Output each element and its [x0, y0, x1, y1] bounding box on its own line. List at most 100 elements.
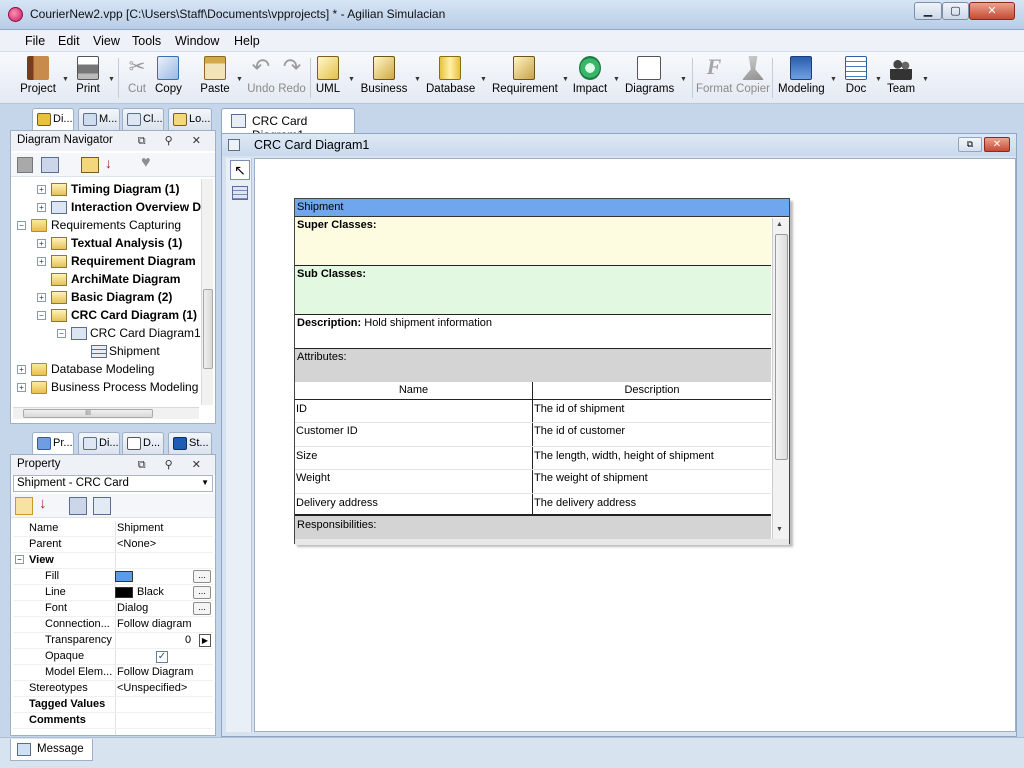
fill-color-swatch[interactable] — [115, 571, 133, 582]
requirement-button[interactable]: Requirement ▼ — [492, 56, 569, 95]
property-row[interactable]: Font Dialog ... — [13, 601, 213, 617]
collapse-icon[interactable]: − — [15, 555, 24, 564]
tab-model-explorer[interactable]: M... — [78, 108, 120, 130]
uml-button[interactable]: UML ▼ — [315, 56, 355, 95]
tab-crc-card-diagram1[interactable]: CRC Card Diagram1 — [221, 108, 355, 142]
menu-window[interactable]: Window — [175, 34, 219, 48]
transparency-slider-toggle[interactable]: ▶ — [199, 634, 211, 647]
print-button[interactable]: Print ▼ — [74, 56, 115, 95]
expand-icon[interactable]: + — [37, 293, 46, 302]
menu-help[interactable]: Help — [234, 34, 260, 48]
team-dropdown-arrow[interactable]: ▼ — [922, 76, 929, 83]
diagram-canvas[interactable]: Shipment Super Classes: Sub Classes: Des… — [254, 158, 1016, 732]
property-row[interactable]: Opaque ✓ — [13, 649, 213, 665]
expand-icon[interactable]: + — [37, 185, 46, 194]
expand-icon[interactable]: + — [37, 203, 46, 212]
minimize-button[interactable]: ▁ — [914, 2, 942, 20]
collapse-icon[interactable]: − — [17, 221, 26, 230]
team-button[interactable]: Team ▼ — [886, 56, 929, 95]
print-dropdown-arrow[interactable]: ▼ — [108, 76, 115, 83]
collapse-icon[interactable]: − — [37, 311, 46, 320]
filter-icon[interactable]: ♥ — [141, 154, 151, 172]
categorized-view-icon[interactable] — [15, 497, 33, 515]
impact-button[interactable]: Impact ▼ — [572, 56, 620, 95]
property-row[interactable]: Transparency 0 ▶ — [13, 633, 213, 649]
expand-all-icon[interactable] — [69, 497, 87, 515]
table-row[interactable]: Delivery address The delivery address — [295, 495, 771, 516]
scrollbar-thumb[interactable] — [203, 289, 213, 369]
expand-icon[interactable]: + — [37, 257, 46, 266]
panel-window-buttons[interactable]: ⧉ ⚲ ✕ — [138, 134, 209, 148]
property-row[interactable]: Model Elem... Follow Diagram — [13, 665, 213, 681]
tab-diagram-navigator[interactable]: Di... — [32, 108, 74, 130]
property-row[interactable]: Fill ... — [13, 569, 213, 585]
collapse-icon[interactable]: − — [57, 329, 66, 338]
maximize-button[interactable]: ▢ — [942, 2, 969, 20]
menu-edit[interactable]: Edit — [58, 34, 80, 48]
crc-card-name[interactable]: Shipment — [295, 199, 789, 217]
doc-dropdown-arrow[interactable]: ▼ — [875, 76, 882, 83]
panel-window-buttons[interactable]: ⧉ ⚲ ✕ — [138, 458, 209, 472]
tab-diagram-overview[interactable]: Di... — [78, 432, 120, 454]
diagrams-button[interactable]: Diagrams ▼ — [625, 56, 687, 95]
sort-alphabetical-icon[interactable]: ↓ — [39, 495, 47, 512]
property-row[interactable]: Stereotypes <Unspecified> — [13, 681, 213, 697]
navigator-vertical-scrollbar[interactable] — [201, 179, 213, 405]
requirement-dropdown-arrow[interactable]: ▼ — [562, 76, 569, 83]
opaque-checkbox[interactable]: ✓ — [156, 651, 168, 663]
business-button[interactable]: Business ▼ — [360, 56, 421, 95]
table-row[interactable]: Size The length, width, height of shipme… — [295, 448, 771, 470]
property-row[interactable]: Comments — [13, 713, 213, 729]
diagram-menu-icon[interactable] — [228, 139, 240, 151]
copy-button[interactable]: Copy — [155, 56, 182, 95]
doc-button[interactable]: Doc ▼ — [843, 56, 882, 95]
redo-button[interactable]: ↷ Redo — [278, 56, 306, 96]
database-dropdown-arrow[interactable]: ▼ — [480, 76, 487, 83]
collapse-all-icon[interactable] — [93, 497, 111, 515]
undo-button[interactable]: ↶ Undo — [247, 56, 275, 96]
diagrams-dropdown-arrow[interactable]: ▼ — [680, 76, 687, 83]
selector-tool-icon[interactable]: ↖ — [230, 160, 250, 180]
navigator-horizontal-scrollbar[interactable]: III — [13, 407, 199, 419]
tab-logical-view[interactable]: Lo... — [168, 108, 212, 130]
copier-button[interactable]: Copier — [736, 56, 770, 95]
impact-dropdown-arrow[interactable]: ▼ — [613, 76, 620, 83]
modeling-button[interactable]: Modeling ▼ — [778, 56, 837, 95]
property-row[interactable]: Line Black ... — [13, 585, 213, 601]
database-button[interactable]: Database ▼ — [426, 56, 487, 95]
close-window-button[interactable]: ✕ — [969, 2, 1015, 20]
attributes-section[interactable]: Attributes: — [295, 349, 771, 383]
project-dropdown-arrow[interactable]: ▼ — [62, 76, 69, 83]
crc-card-resize-strip[interactable] — [295, 539, 789, 545]
property-row[interactable]: Parent <None> — [13, 537, 213, 553]
format-button[interactable]: F Format — [696, 56, 732, 96]
property-group-row[interactable]: − View — [13, 553, 213, 569]
open-folder-icon[interactable] — [81, 157, 99, 173]
super-classes-section[interactable]: Super Classes: — [295, 217, 771, 267]
restore-diagram-button[interactable]: ⧉ — [958, 137, 982, 152]
paste-dropdown-arrow[interactable]: ▼ — [236, 76, 243, 83]
crc-card-tool-icon[interactable] — [232, 186, 248, 200]
sort-icon[interactable]: ↓ — [105, 155, 112, 171]
menu-tools[interactable]: Tools — [132, 34, 161, 48]
new-diagram-icon[interactable] — [41, 157, 59, 173]
message-tab[interactable]: Message — [10, 739, 93, 761]
expand-icon[interactable]: + — [37, 239, 46, 248]
model-element-selector[interactable]: Shipment - CRC Card ▼ — [13, 475, 213, 492]
font-edit-button[interactable]: ... — [193, 602, 211, 615]
line-edit-button[interactable]: ... — [193, 586, 211, 599]
tab-stereotypes[interactable]: St... — [168, 432, 212, 454]
tab-property[interactable]: Pr... — [32, 432, 74, 454]
expand-icon[interactable]: + — [17, 383, 26, 392]
project-button[interactable]: Project ▼ — [20, 56, 69, 95]
sub-classes-section[interactable]: Sub Classes: — [295, 266, 771, 316]
tab-class-repository[interactable]: Cl... — [122, 108, 164, 130]
modeling-dropdown-arrow[interactable]: ▼ — [830, 76, 837, 83]
table-row[interactable]: ID The id of shipment — [295, 401, 771, 423]
fill-edit-button[interactable]: ... — [193, 570, 211, 583]
responsibilities-section[interactable]: Responsibilities: — [295, 516, 771, 539]
scrollbar-thumb[interactable] — [775, 234, 788, 460]
scrollbar-thumb[interactable]: III — [23, 409, 153, 418]
crc-card-shipment[interactable]: Shipment Super Classes: Sub Classes: Des… — [294, 198, 790, 545]
scroll-down-arrow[interactable]: ▼ — [776, 526, 783, 533]
